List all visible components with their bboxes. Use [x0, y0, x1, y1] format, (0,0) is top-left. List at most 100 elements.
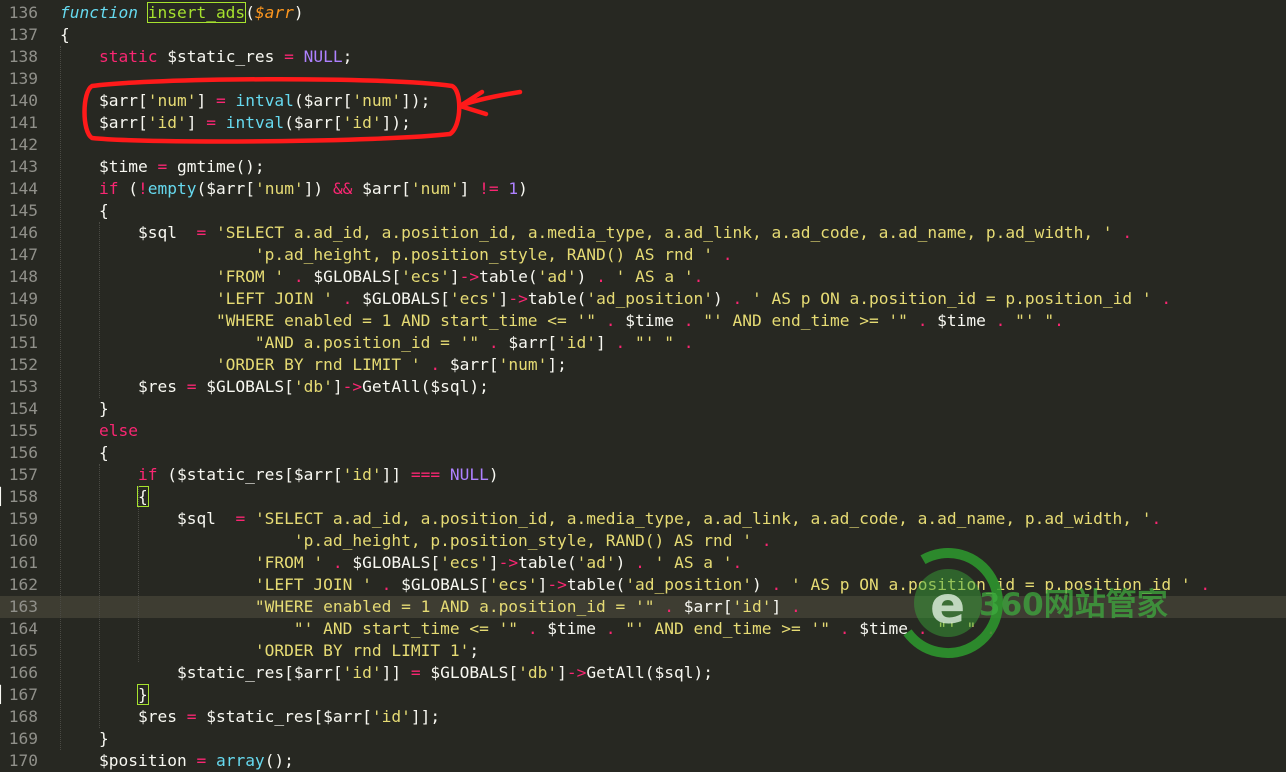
line-number: 144 — [8, 179, 38, 198]
code-token: else — [98, 421, 138, 440]
code-token: . — [664, 597, 674, 616]
code-line[interactable]: 149 'LEFT JOIN ' . $GLOBALS['ecs']->tabl… — [0, 288, 1286, 310]
code-text: $arr['num'] = intval($arr['num']); — [60, 90, 430, 112]
code-token: (); — [264, 751, 294, 770]
code-line[interactable]: 168 $res = $static_res[$arr['id']]; — [0, 706, 1286, 728]
code-text: 'p.ad_height, p.position_style, RAND() A… — [60, 530, 772, 552]
code-line[interactable]: 138 static $static_res = NULL; — [0, 46, 1286, 68]
code-token: "AND a.position_id = '" — [254, 333, 480, 352]
code-token: ($arr[ — [293, 91, 353, 110]
code-line[interactable]: 150 "WHERE enabled = 1 AND start_time <=… — [0, 310, 1286, 332]
code-token: "' AND end_time >= '" — [625, 619, 830, 638]
code-token: . — [293, 267, 304, 286]
code-token: $arr[ — [352, 179, 411, 198]
code-token: $time — [537, 619, 606, 638]
code-token: } — [60, 399, 109, 418]
code-token: 'ORDER BY rnd LIMIT 1' — [254, 641, 470, 660]
code-line[interactable]: 145 { — [0, 200, 1286, 222]
fold-marker-icon[interactable]: ▏ — [0, 684, 10, 706]
code-line[interactable]: 136 function insert_ads($arr) — [0, 2, 1286, 24]
code-line[interactable]: 157 if ($static_res[$arr['id']] === NULL… — [0, 464, 1286, 486]
code-token: 'num' — [254, 179, 304, 198]
code-line[interactable]: 152 'ORDER BY rnd LIMIT ' . $arr['num']; — [0, 354, 1286, 376]
code-token: array — [215, 751, 265, 770]
code-token: static — [98, 47, 158, 66]
code-token: = — [186, 377, 197, 396]
line-number: 141 — [8, 113, 38, 132]
code-line[interactable]: 140 $arr['num'] = intval($arr['num']); — [0, 90, 1286, 112]
code-text: if (!empty($arr['num']) && $arr['num'] !… — [60, 178, 528, 200]
code-token: $res — [60, 377, 187, 396]
code-token: . — [790, 597, 801, 616]
code-token: . — [615, 333, 626, 352]
code-token: -> — [547, 575, 567, 594]
code-line[interactable]: 148 'FROM ' . $GLOBALS['ecs']->table('ad… — [0, 266, 1286, 288]
code-line[interactable]: 156 { — [0, 442, 1286, 464]
code-text: 'FROM ' . $GLOBALS['ecs']->table('ad') .… — [60, 552, 742, 574]
code-token: 'num' — [147, 91, 197, 110]
code-token: function — [60, 3, 138, 22]
code-token: "WHERE enabled = 1 AND start_time <= '" — [215, 311, 597, 330]
code-token: ; — [342, 47, 353, 66]
indent-guide — [99, 464, 101, 728]
code-token: $arr[ — [498, 333, 558, 352]
code-line[interactable]: 141 $arr['id'] = intval($arr['id']); — [0, 112, 1286, 134]
code-line[interactable]: 166 $static_res[$arr['id']] = $GLOBALS['… — [0, 662, 1286, 684]
line-number: 166 — [8, 663, 38, 682]
code-line[interactable]: 153 $res = $GLOBALS['db']->GetAll($sql); — [0, 376, 1286, 398]
code-token: . — [839, 619, 850, 638]
code-token: $static_res[$arr[ — [196, 707, 372, 726]
code-line[interactable]: 159 $sql = 'SELECT a.ad_id, a.position_i… — [0, 508, 1286, 530]
code-token: ]) — [303, 179, 333, 198]
code-token: 'SELECT a.ad_id, a.position_id, a.media_… — [215, 223, 1113, 242]
code-line[interactable]: 137 { — [0, 24, 1286, 46]
code-line[interactable]: 144 if (!empty($arr['num']) && $arr['num… — [0, 178, 1286, 200]
code-token: 'id' — [147, 113, 187, 132]
code-line[interactable]: 158 ▏ { — [0, 486, 1286, 508]
code-text: "WHERE enabled = 1 AND start_time <= '" … — [60, 310, 1064, 332]
code-line[interactable]: 170 $position = array(); — [0, 750, 1286, 772]
code-text: $position = array(); — [60, 750, 294, 772]
code-text: $res = $static_res[$arr['id']]; — [60, 706, 440, 728]
code-line[interactable]: 169 } — [0, 728, 1286, 750]
fold-marker-icon[interactable]: ▏ — [0, 486, 10, 508]
code-token: . — [1122, 223, 1133, 242]
code-token: 'ad_position' — [625, 575, 753, 594]
code-token: = — [157, 157, 168, 176]
code-token: ]] — [381, 663, 411, 682]
line-number: 151 — [8, 333, 38, 352]
code-line[interactable]: 155 else — [0, 420, 1286, 442]
line-number: 159 — [8, 509, 38, 528]
code-line[interactable]: 139 — [0, 68, 1286, 90]
code-line[interactable]: 154 } — [0, 398, 1286, 420]
code-editor[interactable]: 136 function insert_ads($arr) 137{138 stat… — [0, 0, 1286, 770]
code-line[interactable]: 142 — [0, 134, 1286, 156]
code-line[interactable]: 151 "AND a.position_id = '" . $arr['id']… — [0, 332, 1286, 354]
code-token: ( — [118, 179, 138, 198]
code-token: { — [60, 201, 109, 220]
line-number: 170 — [8, 751, 38, 770]
line-number: 148 — [8, 267, 38, 286]
line-number: 169 — [8, 729, 38, 748]
code-line[interactable]: 147 'p.ad_height, p.position_style, RAND… — [0, 244, 1286, 266]
code-token: table( — [527, 289, 587, 308]
code-line[interactable]: 146 $sql = 'SELECT a.ad_id, a.position_i… — [0, 222, 1286, 244]
code-token: . — [722, 245, 733, 264]
code-line[interactable]: 167 ▏ } — [0, 684, 1286, 706]
code-line[interactable]: 143 $time = gmtime(); — [0, 156, 1286, 178]
code-token: "' " — [635, 333, 675, 352]
code-token: ] — [459, 179, 480, 198]
code-token: 'ecs' — [449, 289, 499, 308]
code-token: . — [635, 553, 645, 572]
